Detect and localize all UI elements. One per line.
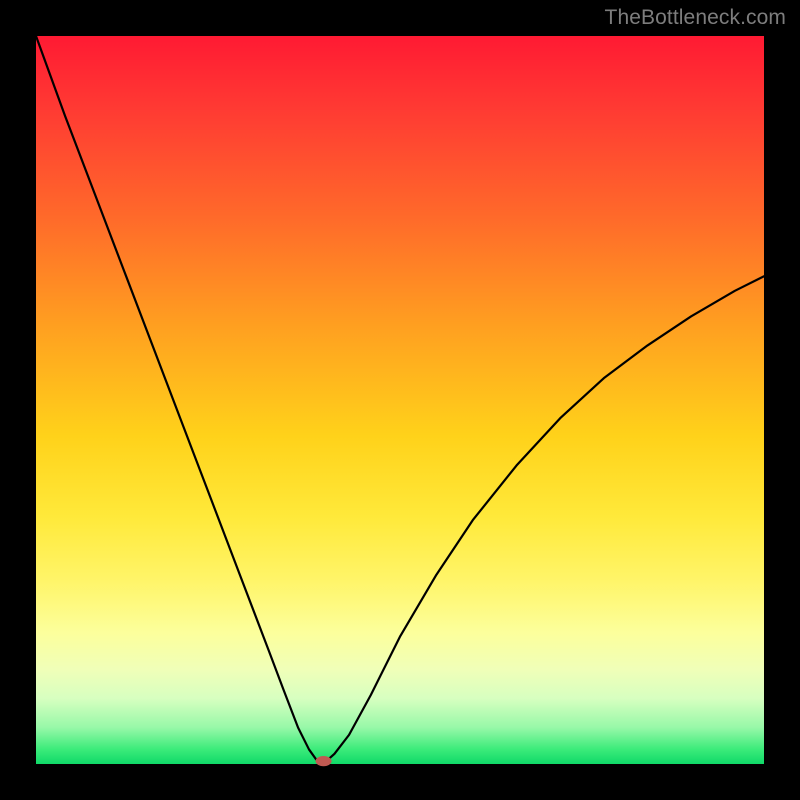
- bottleneck-curve: [36, 36, 764, 763]
- chart-overlay: [36, 36, 764, 764]
- minimum-marker: [316, 756, 332, 766]
- watermark-text: TheBottleneck.com: [605, 6, 786, 30]
- chart-frame: TheBottleneck.com: [0, 0, 800, 800]
